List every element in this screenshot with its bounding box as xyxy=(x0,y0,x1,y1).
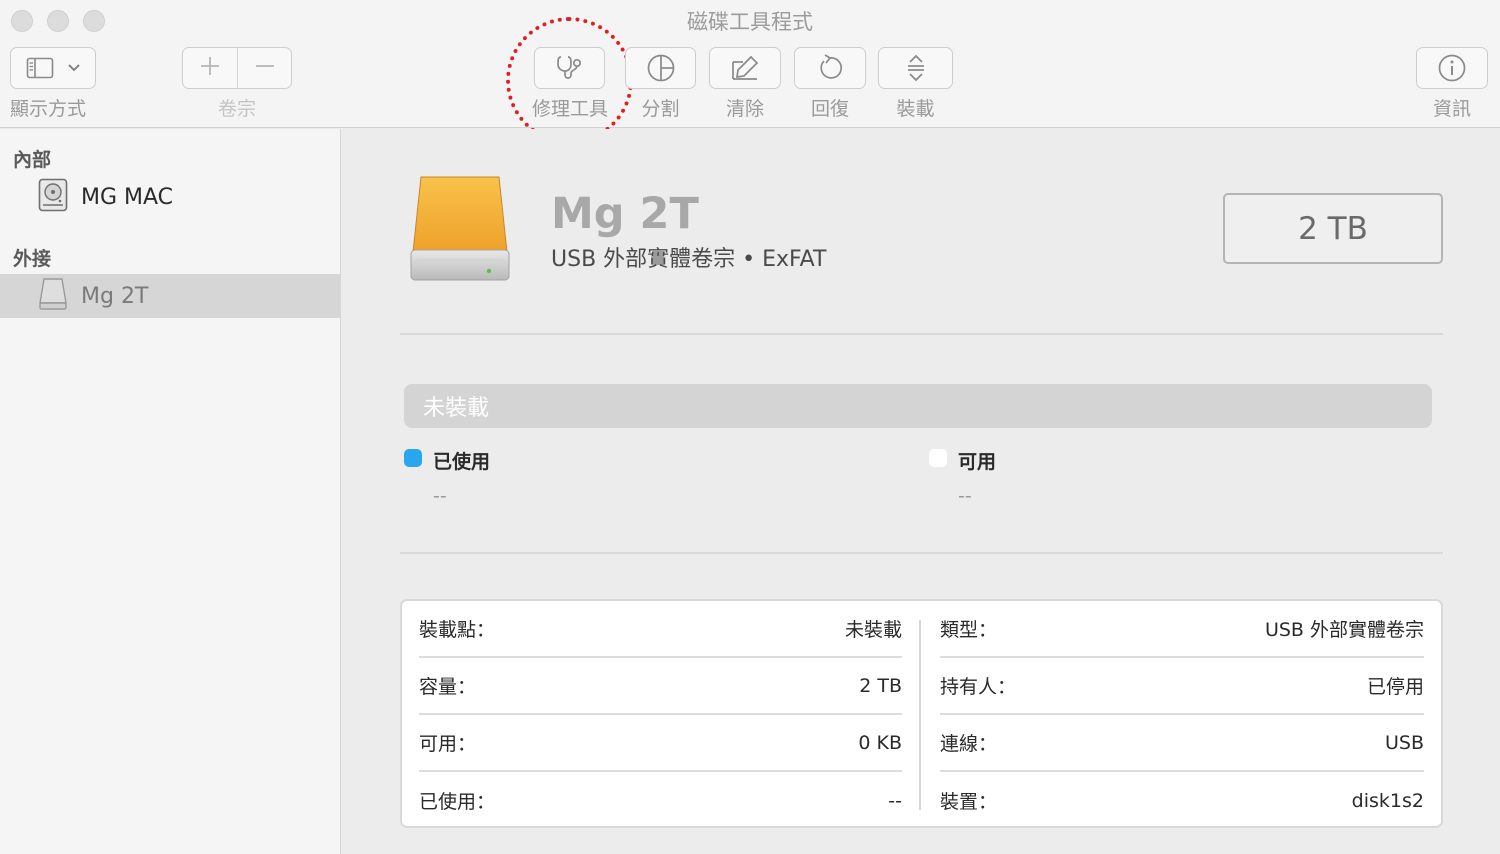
free-legend-swatch xyxy=(929,449,947,467)
capacity-box: 2 TB xyxy=(1223,193,1443,264)
info-value: 未裝載 xyxy=(844,619,902,641)
info-value: USB xyxy=(1384,731,1424,754)
mount-button[interactable] xyxy=(878,47,953,89)
info-icon xyxy=(1437,53,1467,83)
title-bar: 磁碟工具程式 顯示方式 卷宗 修理工具 分割 清除 回復 裝載 資訊 xyxy=(0,0,1500,144)
erase-label: 清除 xyxy=(725,98,764,120)
restore-button[interactable] xyxy=(794,47,866,89)
used-legend-swatch xyxy=(404,449,422,467)
internal-disk-icon xyxy=(38,178,68,216)
info-row-device: 裝置： disk1s2 xyxy=(940,772,1424,829)
info-row-mount-point: 裝載點： 未裝載 xyxy=(419,601,902,658)
info-key: 裝置： xyxy=(940,791,998,813)
view-label: 顯示方式 xyxy=(10,98,87,120)
restore-arrow-icon xyxy=(815,53,845,83)
volume-name: Mg 2T xyxy=(551,189,699,239)
sidebar-section-internal: 內部 xyxy=(13,149,52,171)
free-legend-value: -- xyxy=(958,485,972,507)
used-legend-label: 已使用 xyxy=(433,451,491,473)
main-panel: Mg 2T USB 外部實體卷宗 • ExFAT 2 TB 未裝載 已使用 --… xyxy=(341,129,1500,854)
info-key: 容量： xyxy=(419,676,477,698)
sidebar-item-mg-mac[interactable]: MG MAC xyxy=(0,175,340,219)
partition-pie-icon xyxy=(646,53,676,83)
sidebar-item-mg-2t[interactable]: Mg 2T xyxy=(0,274,340,318)
used-legend-value: -- xyxy=(433,485,447,507)
volume-subtitle: USB 外部實體卷宗 • ExFAT xyxy=(551,247,827,272)
chevron-down-icon xyxy=(67,63,81,73)
sidebar-section-external: 外接 xyxy=(13,248,52,270)
remove-volume-button[interactable] xyxy=(237,48,291,88)
minus-icon xyxy=(254,55,276,81)
plus-icon xyxy=(199,55,221,81)
column-divider xyxy=(919,620,921,810)
restore-label: 回復 xyxy=(810,98,849,120)
free-legend-label: 可用 xyxy=(958,451,997,473)
mount-icon xyxy=(903,53,929,83)
info-label: 資訊 xyxy=(1432,98,1471,120)
erase-pencil-icon xyxy=(729,54,761,82)
external-disk-icon xyxy=(38,277,68,315)
usage-bar: 未裝載 xyxy=(404,384,1432,428)
window-title: 磁碟工具程式 xyxy=(687,10,813,34)
info-row-type: 類型： USB 外部實體卷宗 xyxy=(940,601,1424,658)
partition-label: 分割 xyxy=(641,98,680,120)
volume-label: 卷宗 xyxy=(217,98,256,120)
info-row-used: 已使用： -- xyxy=(419,772,902,829)
info-value: disk1s2 xyxy=(1351,789,1424,812)
sidebar-item-label: MG MAC xyxy=(81,184,174,210)
volume-segmented-control xyxy=(182,47,292,89)
sidebar-item-label: Mg 2T xyxy=(81,283,149,309)
partition-button[interactable] xyxy=(625,47,696,89)
orange-external-drive-icon xyxy=(409,174,511,290)
view-button[interactable] xyxy=(10,47,96,89)
info-key: 可用： xyxy=(419,733,477,755)
info-key: 連線： xyxy=(940,733,998,755)
info-key: 類型： xyxy=(940,619,998,641)
info-key: 裝載點： xyxy=(419,619,496,641)
mount-label: 裝載 xyxy=(896,98,935,120)
info-row-owners: 持有人： 已停用 xyxy=(940,658,1424,715)
divider xyxy=(400,552,1443,554)
info-key: 已使用： xyxy=(419,791,496,813)
info-row-connection: 連線： USB xyxy=(940,715,1424,772)
highlight-circle xyxy=(506,17,633,144)
info-value: -- xyxy=(888,789,902,812)
add-volume-button[interactable] xyxy=(183,48,237,88)
info-value: USB 外部實體卷宗 xyxy=(1264,619,1424,641)
info-button[interactable] xyxy=(1416,47,1488,89)
info-table: 裝載點： 未裝載 容量： 2 TB 可用： 0 KB 已使用： -- 類型： U… xyxy=(400,599,1443,828)
usage-bar-label: 未裝載 xyxy=(423,396,490,421)
divider xyxy=(400,333,1443,335)
info-value: 2 TB xyxy=(859,674,902,697)
info-value: 0 KB xyxy=(858,731,902,754)
info-row-capacity: 容量： 2 TB xyxy=(419,658,902,715)
erase-button[interactable] xyxy=(709,47,781,89)
sidebar-toggle-icon xyxy=(26,57,54,79)
info-key: 持有人： xyxy=(940,676,1017,698)
info-value: 已停用 xyxy=(1366,676,1424,698)
info-row-available: 可用： 0 KB xyxy=(419,715,902,772)
sidebar: 內部 MG MAC 外接 Mg 2T xyxy=(0,129,341,854)
